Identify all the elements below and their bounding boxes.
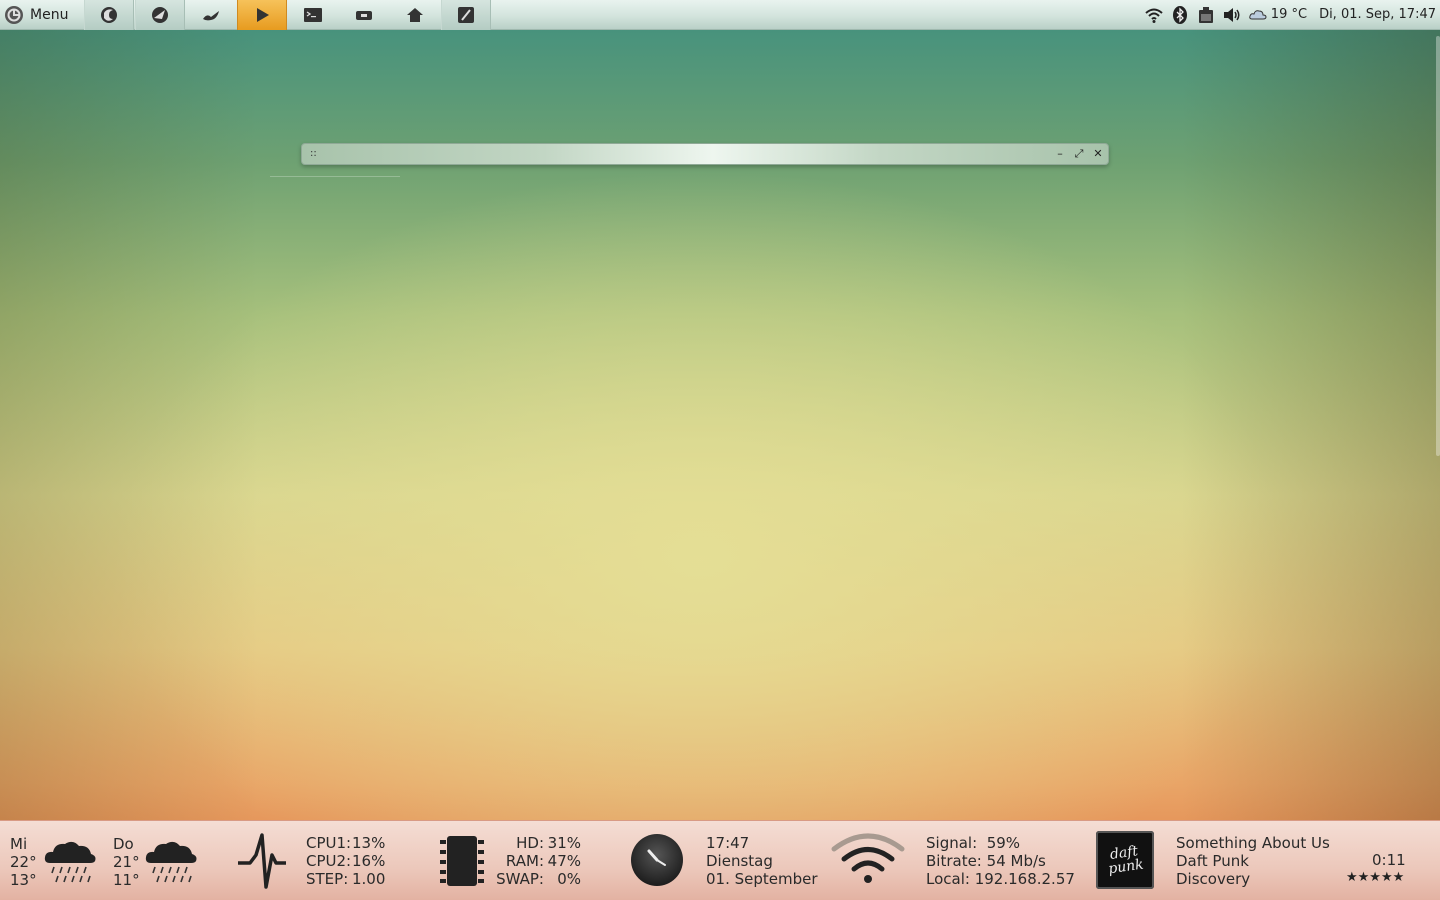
track-artist: Daft Punk bbox=[1176, 852, 1249, 870]
menu-label: Menu bbox=[30, 6, 69, 23]
signal-value: 59% bbox=[986, 834, 1021, 852]
swap-value: 0% bbox=[557, 870, 581, 888]
pendrive-icon bbox=[356, 10, 373, 20]
cpu2-label: CPU2: bbox=[306, 852, 352, 870]
window-titlebar[interactable]: :: – ⤢ ✕ bbox=[301, 143, 1109, 165]
window-grip-icon[interactable]: :: bbox=[310, 148, 317, 159]
track-rating[interactable]: ★★★★★ bbox=[1346, 870, 1404, 885]
mint-logo-icon bbox=[5, 5, 23, 24]
tray-temperature: 19 °C bbox=[1270, 7, 1308, 22]
cpu-stats: CPU1:13% CPU2:16% STEP: 1.00 bbox=[306, 834, 385, 888]
ram-value: 47% bbox=[547, 852, 581, 870]
ram-label: RAM: bbox=[505, 852, 544, 870]
launcher-media-player[interactable] bbox=[237, 0, 288, 30]
swap-label: SWAP: bbox=[496, 870, 544, 888]
launcher-pendrive[interactable] bbox=[339, 0, 389, 30]
cpu1-value: 13% bbox=[352, 834, 386, 852]
bluetooth-icon bbox=[1172, 5, 1187, 24]
track-elapsed: 0:11 bbox=[1372, 851, 1406, 869]
text-editor-icon bbox=[458, 6, 475, 23]
bluetooth-tray-button[interactable] bbox=[1169, 4, 1191, 26]
hd-label: HD: bbox=[516, 834, 544, 852]
volume-tray-button[interactable] bbox=[1221, 4, 1243, 26]
launcher-home[interactable] bbox=[390, 0, 440, 30]
now-playing: Something About Us Daft Punk Discovery bbox=[1176, 834, 1330, 888]
battery-icon bbox=[1198, 6, 1213, 23]
window-close-button[interactable]: ✕ bbox=[1090, 146, 1106, 162]
album-art-logo: daft punk bbox=[1107, 843, 1145, 878]
network-stats: Signal: 59% Bitrate: 54 Mb/s Local: 192.… bbox=[926, 834, 1075, 888]
cpu1-label: CPU1: bbox=[306, 834, 352, 852]
track-album: Discovery bbox=[1176, 870, 1251, 888]
system-tray: 19 °C Di, 01. Sep, 17:47 bbox=[1141, 0, 1440, 30]
rain-cloud-icon-2 bbox=[145, 841, 197, 883]
launcher-bar bbox=[84, 0, 492, 30]
signal-label: Signal: bbox=[926, 834, 978, 852]
window-minimize-button[interactable]: – bbox=[1052, 146, 1068, 162]
weather-day1-low: 13° bbox=[10, 871, 37, 889]
launcher-terminal[interactable] bbox=[288, 0, 338, 30]
ram-chip-icon bbox=[440, 836, 484, 886]
bitrate-value: 54 Mb/s bbox=[986, 852, 1046, 870]
weather-day2-name: Do bbox=[113, 835, 134, 853]
window-maximize-button[interactable]: ⤢ bbox=[1071, 146, 1087, 162]
memory-stats: HD: 31% RAM: 47% SWAP: 0% bbox=[494, 834, 581, 888]
cloud-icon bbox=[1249, 9, 1267, 19]
wallpaper bbox=[0, 0, 1440, 900]
weather-day2-low: 11° bbox=[113, 871, 140, 889]
menu-button[interactable]: Menu bbox=[0, 0, 76, 30]
launcher-firefox[interactable] bbox=[84, 0, 135, 30]
launcher-text-editor[interactable] bbox=[441, 0, 492, 30]
weather-day1: Mi 22° 13° bbox=[10, 835, 37, 889]
rain-cloud-icon bbox=[44, 841, 96, 883]
analog-clock-icon bbox=[631, 834, 683, 886]
terminal-icon bbox=[304, 7, 323, 22]
tray-clock[interactable]: Di, 01. Sep, 17:47 bbox=[1319, 7, 1436, 22]
wifi-icon bbox=[1145, 8, 1163, 23]
top-panel: Menu 19 °C Di, 01. Sep, 17:47 bbox=[0, 0, 1440, 30]
home-folder-icon bbox=[407, 7, 424, 22]
weather-day2-high: 21° bbox=[113, 853, 140, 871]
local-ip-value: 192.168.2.57 bbox=[974, 870, 1075, 888]
bitrate-label: Bitrate: bbox=[926, 852, 982, 870]
thunderbird-icon bbox=[152, 6, 169, 23]
weather-tray-button[interactable] bbox=[1247, 4, 1269, 26]
weather-day1-name: Mi bbox=[10, 835, 28, 853]
wifi-tray-button[interactable] bbox=[1143, 4, 1165, 26]
hd-value: 31% bbox=[547, 834, 581, 852]
activity-pulse-icon bbox=[238, 833, 286, 889]
cpu2-value: 16% bbox=[352, 852, 386, 870]
launcher-gimp[interactable] bbox=[186, 0, 236, 30]
firefox-icon bbox=[101, 6, 118, 23]
edge-handle bbox=[1436, 36, 1440, 456]
step-value: 1.00 bbox=[352, 870, 386, 888]
gimp-icon bbox=[203, 10, 220, 20]
weather-day1-high: 22° bbox=[10, 853, 37, 871]
speaker-icon bbox=[1223, 7, 1240, 22]
conky-weekday: Dienstag bbox=[706, 852, 773, 870]
track-title: Something About Us bbox=[1176, 834, 1330, 852]
divider bbox=[270, 176, 400, 177]
bottom-conky-panel: Mi 22° 13° Do 21° 11° CPU1:13% CPU2:16% … bbox=[0, 820, 1440, 900]
album-art[interactable]: daft punk bbox=[1096, 831, 1154, 889]
weather-day2: Do 21° 11° bbox=[113, 835, 140, 889]
conky-date: 01. September bbox=[706, 870, 818, 888]
battery-tray-button[interactable] bbox=[1195, 4, 1217, 26]
conky-time: 17:47 bbox=[706, 834, 750, 852]
launcher-thunderbird[interactable] bbox=[135, 0, 186, 30]
date-time-block: 17:47 Dienstag 01. September bbox=[706, 834, 818, 888]
wifi-signal-icon bbox=[831, 833, 905, 883]
local-ip-label: Local: bbox=[926, 870, 970, 888]
media-player-icon bbox=[257, 7, 270, 22]
step-label: STEP: bbox=[306, 870, 349, 888]
